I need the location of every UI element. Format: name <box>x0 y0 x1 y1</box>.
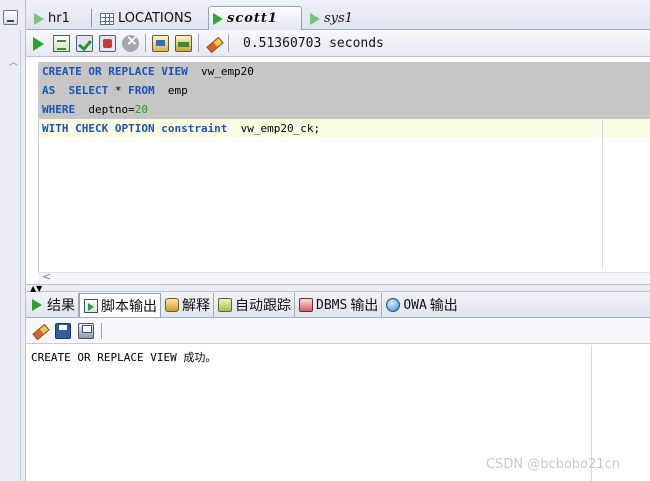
editor-horizontal-scrollbar[interactable]: < <box>38 270 650 284</box>
identifier: deptno= <box>75 103 135 116</box>
keyword: SELECT <box>68 84 109 97</box>
tab-label: 自动跟踪 <box>235 298 291 314</box>
toolbar-separator <box>145 34 146 52</box>
tab-autotrace[interactable]: 自动跟踪 <box>214 293 295 317</box>
tab-label: 解释 <box>182 298 210 314</box>
keyword: AS <box>42 84 56 97</box>
tab-separator <box>91 9 92 27</box>
run-script-icon[interactable] <box>53 34 70 52</box>
code-line-1[interactable]: CREATE OR REPLACE VIEW vw_emp20 <box>39 62 650 81</box>
results-icon <box>30 298 44 312</box>
watermark: CSDN @bcbobo21cn <box>486 457 620 472</box>
cancel-icon[interactable] <box>122 33 139 52</box>
editor-print-margin <box>602 120 603 270</box>
tab-hr1[interactable]: hr1 <box>30 7 70 30</box>
sql-worksheet-icon <box>213 12 223 25</box>
toolbar-separator <box>198 34 199 52</box>
keyword: CREATE OR REPLACE VIEW <box>42 65 188 78</box>
worksheet-toolbar: 0.51360703 seconds <box>26 30 650 57</box>
gutter-divider <box>20 30 21 481</box>
code-line-3[interactable]: WHERE deptno=20 <box>39 100 650 119</box>
rollback-icon[interactable] <box>99 34 116 52</box>
tab-script-output[interactable]: 脚本输出 <box>79 293 161 317</box>
scroll-up-icon[interactable]: ︿ <box>9 55 18 68</box>
keyword: FROM <box>128 84 155 97</box>
scroll-left-icon[interactable]: < <box>42 270 51 283</box>
code-line-4[interactable]: WITH CHECK OPTION constraint vw_emp20_ck… <box>39 119 650 138</box>
commit-icon[interactable] <box>76 34 93 52</box>
execution-time: 0.51360703 seconds <box>243 35 384 51</box>
tab-label: hr1 <box>48 11 70 26</box>
output-message: CREATE OR REPLACE VIEW 成功。 <box>31 351 217 364</box>
owa-output-icon <box>386 298 401 312</box>
print-icon[interactable] <box>78 322 94 339</box>
tab-label: 脚本输出 <box>101 298 157 315</box>
tab-label: sys1 <box>324 11 353 26</box>
tab-label-code: OWA <box>403 297 427 313</box>
sql-monitor-icon[interactable] <box>152 34 169 52</box>
identifier: vw_emp20 <box>187 65 254 78</box>
script-output-icon <box>84 298 98 313</box>
sql-worksheet-icon <box>34 12 44 25</box>
panel-splitter[interactable]: ▲▼ <box>26 284 650 293</box>
dbms-output-icon <box>299 298 313 312</box>
table-grid-icon <box>100 12 114 25</box>
tab-label: 结果 <box>47 298 75 314</box>
sql-worksheet-icon <box>310 12 320 25</box>
tab-results[interactable]: 结果 <box>26 293 79 317</box>
explain-plan-icon <box>165 298 179 312</box>
tab-locations[interactable]: LOCATIONS <box>91 7 192 30</box>
keyword: WITH CHECK OPTION constraint <box>42 122 228 135</box>
tab-label: 输出 <box>350 298 379 314</box>
tab-owa-output[interactable]: OWA 输出 <box>382 293 460 317</box>
identifier: vw_emp20_ck; <box>227 122 321 135</box>
unshared-worksheet-icon[interactable] <box>175 34 192 52</box>
tab-scott1[interactable]: scott1 <box>208 6 302 30</box>
number-literal: 20 <box>134 103 148 116</box>
sql-editor[interactable]: CREATE OR REPLACE VIEW vw_emp20 AS SELEC… <box>38 62 650 272</box>
toolbar-separator <box>228 34 229 52</box>
run-statement-icon[interactable] <box>30 35 47 52</box>
editor-vertical-scrollbar[interactable]: ︿ <box>7 55 19 285</box>
tab-label: scott1 <box>227 11 278 26</box>
code-line-2[interactable]: AS SELECT * FROM emp <box>39 81 650 100</box>
toolbar-separator <box>101 322 102 339</box>
tab-dbms-output[interactable]: DBMS 输出 <box>295 293 383 317</box>
output-toolbar <box>26 318 650 344</box>
identifier: emp <box>154 84 188 97</box>
save-icon[interactable] <box>55 322 71 339</box>
tab-sys1[interactable]: sys1 <box>306 7 353 30</box>
tab-label: 输出 <box>429 298 458 314</box>
autotrace-icon <box>218 298 232 312</box>
clear-output-icon[interactable] <box>32 323 48 339</box>
operator: * <box>108 84 129 97</box>
tab-label-code: DBMS <box>316 297 348 313</box>
keyword: WHERE <box>42 103 76 116</box>
minimize-icon[interactable] <box>3 10 18 25</box>
tab-explain[interactable]: 解释 <box>161 293 214 317</box>
output-tab-bar: 结果 脚本输出 解释 自动跟踪 DBMS 输出 OWA 输出 <box>26 292 650 318</box>
clear-icon[interactable] <box>205 35 222 52</box>
worksheet-tab-bar: hr1 LOCATIONS scott1 sys1 <box>26 0 650 30</box>
tab-label: LOCATIONS <box>118 11 192 26</box>
